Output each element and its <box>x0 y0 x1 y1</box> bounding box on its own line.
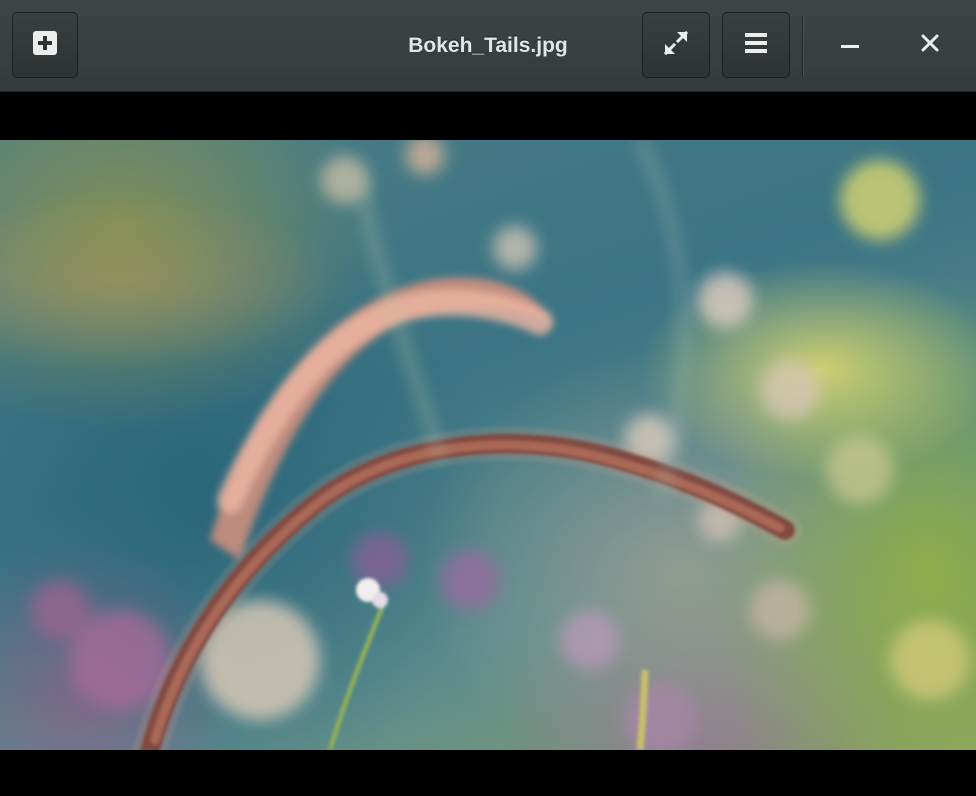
header-separator <box>802 16 803 76</box>
add-button[interactable] <box>12 12 78 78</box>
minimize-button[interactable] <box>825 18 875 72</box>
window-title: Bokeh_Tails.jpg <box>408 34 568 57</box>
photo-artwork <box>30 140 970 750</box>
close-button[interactable] <box>905 18 955 72</box>
image-viewport[interactable] <box>0 93 976 796</box>
fullscreen-button[interactable] <box>642 12 710 78</box>
minimize-icon <box>840 33 860 58</box>
close-icon <box>920 33 940 58</box>
header-bar: Bokeh_Tails.jpg <box>0 0 976 92</box>
image-viewer-window: Bokeh_Tails.jpg <box>0 0 976 796</box>
photo-bokeh-grass <box>0 140 976 750</box>
menu-icon <box>744 32 768 59</box>
menu-button[interactable] <box>722 12 790 78</box>
fullscreen-icon <box>661 28 691 63</box>
plus-icon <box>32 30 58 61</box>
